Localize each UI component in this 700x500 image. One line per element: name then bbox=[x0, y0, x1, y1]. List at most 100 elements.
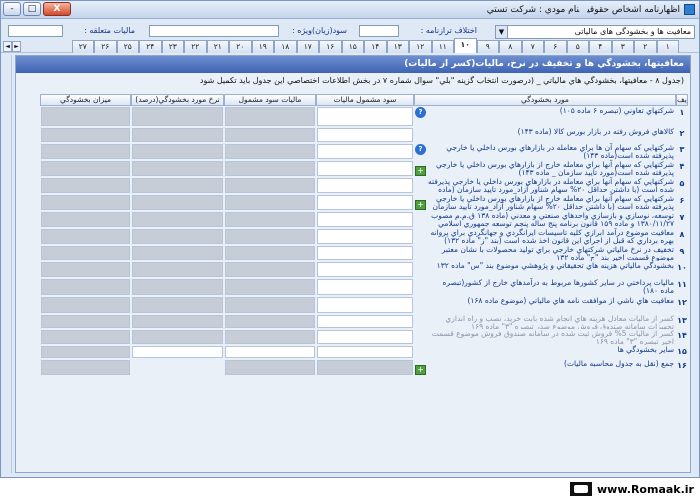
taxable-profit-cell[interactable] bbox=[317, 297, 413, 313]
add-detail-icon[interactable]: + bbox=[415, 166, 426, 176]
tab-13[interactable]: ١٣ bbox=[386, 40, 409, 53]
tab-22[interactable]: ٢٢ bbox=[184, 40, 207, 53]
taxable-profit-cell-wrap bbox=[316, 296, 414, 314]
exemption-amount-cell bbox=[41, 360, 130, 375]
exemption-rate-cell bbox=[132, 161, 223, 176]
tab-26[interactable]: ٢۶ bbox=[94, 40, 117, 53]
exemption-rate-cell bbox=[132, 330, 223, 344]
tab-3[interactable]: ٣ bbox=[611, 40, 634, 53]
help-icon[interactable]: ? bbox=[415, 144, 426, 155]
taxable-profit-cell-wrap bbox=[316, 314, 414, 329]
profit-tax-cell bbox=[225, 107, 315, 126]
taxable-profit-cell bbox=[317, 360, 413, 375]
profit-tax-cell-wrap bbox=[224, 314, 316, 329]
tab-25[interactable]: ٢۵ bbox=[116, 40, 139, 53]
exemption-rate-cell[interactable] bbox=[132, 346, 223, 358]
tab-10[interactable]: ١٠ bbox=[454, 38, 477, 53]
taxable-profit-cell[interactable] bbox=[317, 346, 413, 358]
minimize-button[interactable]: - bbox=[3, 2, 21, 16]
profit-tax-cell-wrap bbox=[224, 160, 316, 177]
tab-scroll-left[interactable]: ◄ bbox=[3, 41, 12, 52]
tab-15[interactable]: ١۵ bbox=[341, 40, 364, 53]
exemption-amount-cell-wrap bbox=[40, 261, 131, 278]
tab-4[interactable]: ۴ bbox=[589, 40, 612, 53]
table-row: ١۵ ساير بخشودگي ها bbox=[20, 345, 688, 359]
tab-6[interactable]: ۶ bbox=[544, 40, 567, 53]
tab-14[interactable]: ١۴ bbox=[364, 40, 387, 53]
taxable-profit-cell[interactable] bbox=[317, 128, 413, 142]
maximize-button[interactable]: □ bbox=[23, 2, 41, 16]
add-detail-icon[interactable]: + bbox=[415, 365, 426, 375]
row-number: ١ bbox=[679, 108, 685, 117]
tab-5[interactable]: ۵ bbox=[566, 40, 589, 53]
row-number: ٧ bbox=[679, 213, 685, 222]
close-button[interactable]: X bbox=[43, 2, 71, 16]
exemption-rate-cell bbox=[132, 262, 223, 277]
window-controls: - □ X bbox=[3, 2, 73, 16]
taxable-profit-cell[interactable] bbox=[317, 279, 413, 295]
tab-scroll-right[interactable]: ► bbox=[12, 41, 21, 52]
exemption-rate-cell bbox=[132, 315, 223, 328]
profit-tax-cell[interactable] bbox=[225, 346, 315, 358]
left-margin bbox=[3, 55, 12, 473]
tab-12[interactable]: ١٢ bbox=[409, 40, 432, 53]
tab-7[interactable]: ٧ bbox=[521, 40, 544, 53]
tab-24[interactable]: ٢۴ bbox=[139, 40, 162, 53]
help-icon[interactable]: ? bbox=[415, 107, 426, 118]
add-detail-icon[interactable]: + bbox=[415, 200, 426, 210]
profit-tax-cell bbox=[225, 279, 315, 295]
tab-20[interactable]: ٢٠ bbox=[229, 40, 252, 53]
row-description-text: شركتهايي كه سهام آنها براي معامله خارج ا… bbox=[432, 194, 674, 212]
tab-9[interactable]: ٩ bbox=[476, 40, 499, 53]
exemption-rate-cell bbox=[132, 297, 223, 313]
taxable-profit-cell[interactable] bbox=[317, 161, 413, 176]
exemption-rate-cell-wrap bbox=[131, 296, 224, 314]
taxable-profit-cell[interactable] bbox=[317, 144, 413, 159]
profit-tax-cell bbox=[225, 178, 315, 193]
taxable-profit-cell[interactable] bbox=[317, 195, 413, 210]
exemption-rate-cell bbox=[132, 128, 223, 142]
exemption-rate-cell-wrap bbox=[131, 359, 224, 376]
profit-tax-cell-wrap bbox=[224, 359, 316, 376]
tab-19[interactable]: ١٩ bbox=[251, 40, 274, 53]
taxable-profit-cell[interactable] bbox=[317, 315, 413, 328]
exemption-rate-cell-wrap bbox=[131, 160, 224, 177]
taxable-profit-cell[interactable] bbox=[317, 246, 413, 260]
tab-21[interactable]: ٢١ bbox=[206, 40, 229, 53]
exemption-amount-cell-wrap bbox=[40, 211, 131, 228]
tab-1[interactable]: ١ bbox=[656, 40, 679, 53]
tab-17[interactable]: ١٧ bbox=[296, 40, 319, 53]
exemption-rate-cell-wrap bbox=[131, 345, 224, 359]
exemption-rate-cell-wrap bbox=[131, 211, 224, 228]
tab-27[interactable]: ٢٧ bbox=[71, 40, 94, 53]
profit-tax-cell-wrap bbox=[224, 106, 316, 127]
taxable-profit-cell-wrap bbox=[316, 160, 414, 177]
special-profit-field[interactable] bbox=[149, 25, 279, 37]
balance-dispute-field[interactable] bbox=[359, 25, 399, 37]
tab-8[interactable]: ٨ bbox=[499, 40, 522, 53]
taxable-profit-cell[interactable] bbox=[317, 212, 413, 227]
row-description: معافيت موضوع درآمد ابرازي كليه تاسيسات ا… bbox=[414, 228, 676, 245]
balance-dispute-label: اختلاف ترازنامه : bbox=[420, 26, 477, 35]
tab-2[interactable]: ٢ bbox=[634, 40, 657, 53]
table-row: ٣ شركتهايي كه سهام آن ها براي معامله در ب… bbox=[20, 143, 688, 160]
tab-23[interactable]: ٢٣ bbox=[161, 40, 184, 53]
profit-tax-cell-wrap bbox=[224, 143, 316, 160]
tab-16[interactable]: ١۶ bbox=[319, 40, 342, 53]
taxable-profit-cell[interactable] bbox=[317, 262, 413, 277]
row-number: ٨ bbox=[679, 230, 685, 239]
panel-description: (جدول ۸ - معافيتها، بخشودگي هاي مالياتي … bbox=[199, 76, 684, 85]
row-number: ٣ bbox=[679, 145, 685, 154]
taxable-profit-cell[interactable] bbox=[317, 229, 413, 244]
table-row: ۶ شركتهايي كه سهام آنها براي معامله خارج … bbox=[20, 194, 688, 211]
chevron-down-icon[interactable]: ▼ bbox=[496, 26, 508, 38]
tab-11[interactable]: ١١ bbox=[431, 40, 454, 53]
taxable-profit-cell[interactable] bbox=[317, 107, 413, 126]
taxable-profit-cell[interactable] bbox=[317, 330, 413, 344]
taxable-profit-cell[interactable] bbox=[317, 178, 413, 193]
app-icon bbox=[684, 4, 695, 15]
tax-payable-field[interactable] bbox=[8, 25, 63, 37]
tab-18[interactable]: ١٨ bbox=[274, 40, 297, 53]
title-bar: - □ X اظهارنامه اشخاص حقوقي نام مودي : شر… bbox=[1, 1, 699, 19]
category-select[interactable]: معافیت ها و بخشودگی های مالیاتی ▼ bbox=[495, 25, 695, 39]
